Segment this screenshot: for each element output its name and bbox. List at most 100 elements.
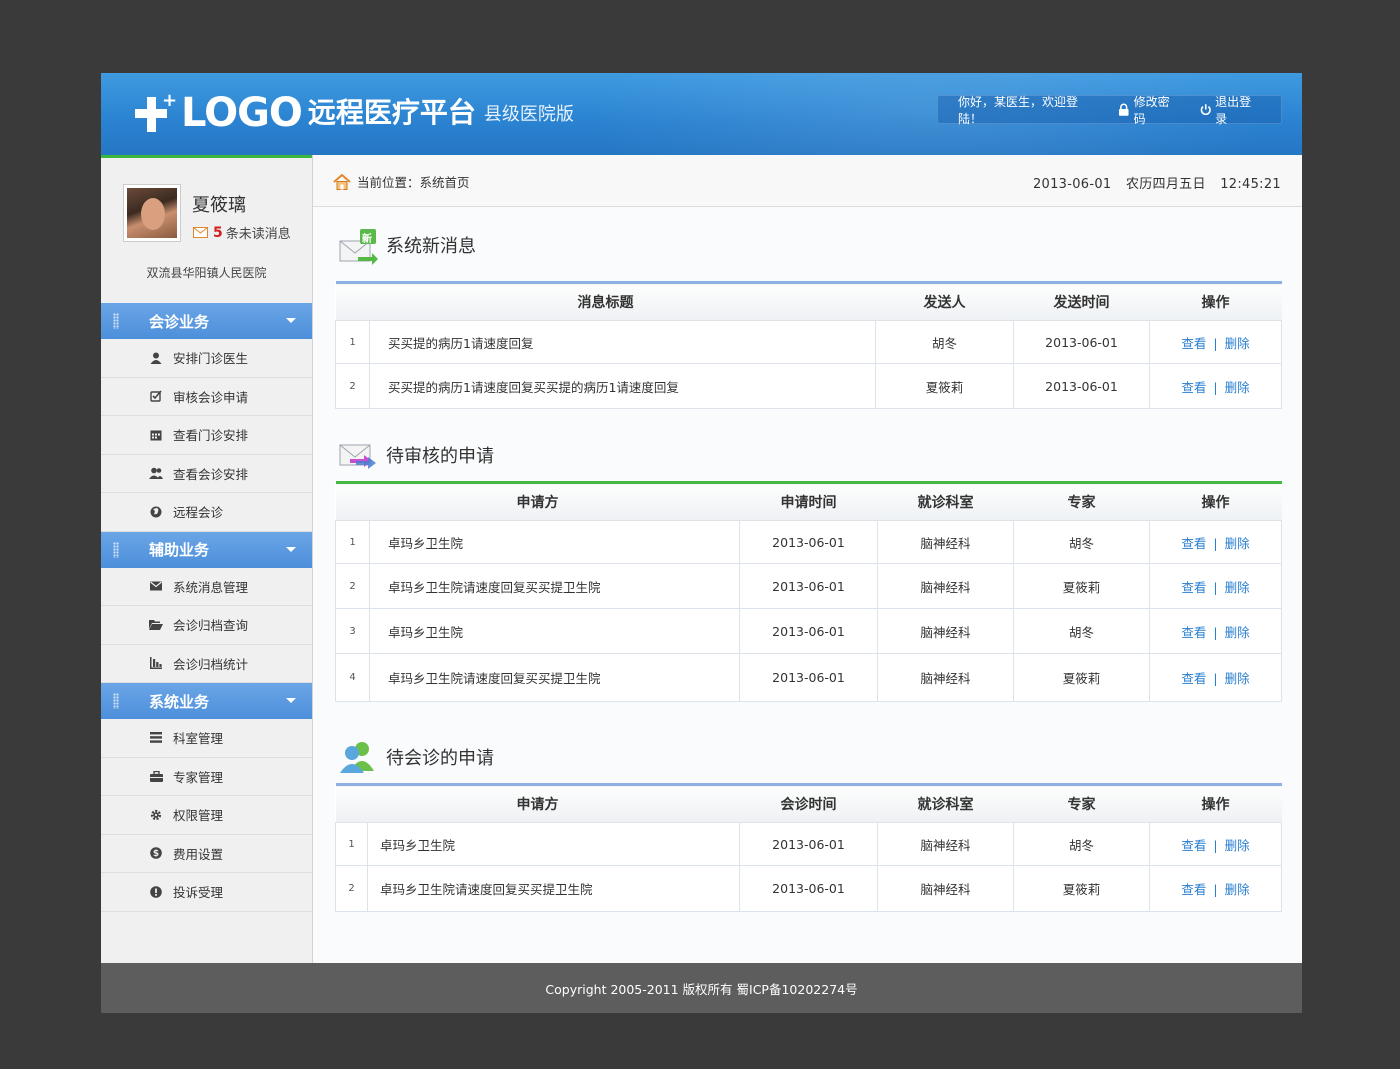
sender: 夏筱莉: [875, 363, 1014, 409]
edition-label: 县级医院版: [483, 104, 574, 125]
caret-down-icon: [286, 698, 296, 703]
nav-item-label: 权限管理: [173, 808, 224, 824]
pending-review-table: 申请方 申请时间 就诊科室 专家 操作 1 卓玛乡卫生院 2013-06-01 …: [335, 481, 1282, 702]
message-title[interactable]: 买买提的病历1请速度回复: [369, 320, 876, 364]
delete-link[interactable]: 删除: [1225, 536, 1250, 551]
user-icon: [149, 351, 163, 365]
nav-item-view-clinic[interactable]: 查看门诊安排: [101, 416, 312, 455]
message-title[interactable]: 买买提的病历1请速度回复买买提的病历1请速度回复: [369, 363, 876, 409]
new-mail-icon: 新: [338, 227, 378, 265]
nav-item-arrange-doctor[interactable]: 安排门诊医生: [101, 339, 312, 378]
nav-item-message-mgmt[interactable]: 系统消息管理: [101, 567, 312, 606]
view-link[interactable]: 查看: [1181, 838, 1206, 853]
nav-item-label: 远程会诊: [173, 505, 224, 521]
greeting-text: 你好，某医生，欢迎登陆！: [958, 94, 1079, 126]
section-review-title: 待审核的申请: [338, 437, 494, 473]
nav-item-expert-mgmt[interactable]: 专家管理: [101, 757, 312, 796]
action-separator: |: [1213, 379, 1218, 395]
delete-link[interactable]: 删除: [1225, 882, 1250, 897]
expert: 夏筱莉: [1013, 563, 1150, 609]
department: 脑神经科: [877, 520, 1014, 564]
delete-link[interactable]: 删除: [1225, 671, 1250, 686]
nav-item-fee-settings[interactable]: $ 费用设置: [101, 834, 312, 873]
nav-group-auxiliary[interactable]: 辅助业务: [101, 531, 312, 568]
nav-item-archive-stats[interactable]: 会诊归档统计: [101, 644, 312, 683]
lunar-date: 农历四月五日: [1125, 177, 1206, 192]
view-link[interactable]: 查看: [1181, 536, 1206, 551]
home-icon: [333, 173, 351, 190]
calendar-icon: [149, 428, 163, 442]
send-time: 2013-06-01: [1013, 320, 1150, 364]
nav-group-title: 辅助业务: [149, 541, 210, 559]
expert: 胡冬: [1013, 822, 1150, 866]
delete-link[interactable]: 删除: [1225, 625, 1250, 640]
new-badge: 新: [362, 234, 372, 245]
col-header: 发送时间: [1013, 282, 1150, 321]
nav-group-consultation[interactable]: 会诊业务: [101, 303, 312, 339]
department: 脑神经科: [877, 563, 1014, 609]
view-link[interactable]: 查看: [1181, 336, 1206, 351]
copyright-text: Copyright 2005-2011 版权所有 蜀ICP备10202274号: [545, 981, 858, 997]
nav-item-permission-mgmt[interactable]: 权限管理: [101, 796, 312, 835]
table-row: 1 买买提的病历1请速度回复 胡冬 2013-06-01 查看 | 删除: [335, 320, 1282, 364]
view-link[interactable]: 查看: [1181, 671, 1206, 686]
view-link[interactable]: 查看: [1181, 580, 1206, 595]
grip-icon: [113, 693, 119, 709]
department: 脑神经科: [877, 822, 1014, 866]
row-index: 1: [335, 822, 368, 866]
nav-item-label: 会诊归档统计: [173, 656, 249, 672]
nav-item-review-consult[interactable]: 审核会诊申请: [101, 377, 312, 416]
row-index: 2: [335, 865, 368, 912]
table-row: 4 卓玛乡卫生院请速度回复买买提卫生院 2013-06-01 脑神经科 夏筱莉 …: [335, 653, 1282, 702]
sidebar: 夏筱璃 5 条未读消息 双流县华阳镇人民医院 会诊业务 安排门诊医生 审核会诊申…: [101, 155, 313, 963]
delete-link[interactable]: 删除: [1225, 580, 1250, 595]
delete-link[interactable]: 删除: [1225, 380, 1250, 395]
row-index: 2: [335, 363, 370, 409]
col-header: 申请时间: [739, 482, 878, 521]
nav-group-system[interactable]: 系统业务: [101, 683, 312, 719]
row-index: 2: [335, 563, 370, 609]
unread-messages[interactable]: 5 条未读消息: [193, 223, 291, 242]
section-title-text: 待审核的申请: [386, 446, 494, 467]
grip-icon: [113, 313, 119, 329]
col-header: 消息标题: [335, 282, 876, 321]
nav-item-archive-query[interactable]: 会诊归档查询: [101, 606, 312, 645]
nav-item-remote-consult[interactable]: 远程会诊: [101, 493, 312, 532]
edit-check-icon: [149, 389, 163, 403]
nav-item-view-consult[interactable]: 查看会诊安排: [101, 454, 312, 493]
department: 脑神经科: [877, 608, 1014, 654]
delete-link[interactable]: 删除: [1225, 838, 1250, 853]
applicant: 卓玛乡卫生院: [369, 608, 740, 654]
applicant: 卓玛乡卫生院请速度回复买买提卫生院: [369, 653, 740, 702]
table-row: 2 卓玛乡卫生院请速度回复买买提卫生院 2013-06-01 脑神经科 夏筱莉 …: [335, 563, 1282, 609]
nav-item-label: 会诊归档查询: [173, 618, 249, 634]
envelope-icon: [149, 579, 163, 593]
mail-icon: [193, 227, 208, 238]
breadcrumb-bar: 当前位置：系统首页 2013-06-01 农历四月五日 12:45:21: [313, 155, 1302, 207]
caret-down-icon: [286, 318, 296, 323]
change-password-link[interactable]: 修改密码: [1118, 93, 1179, 127]
nav-item-complaints[interactable]: 投诉受理: [101, 873, 312, 912]
avatar[interactable]: [123, 184, 181, 242]
nav-item-label: 专家管理: [173, 769, 224, 785]
view-link[interactable]: 查看: [1181, 625, 1206, 640]
consult-time: 2013-06-01: [739, 822, 878, 866]
row-actions: 查看 | 删除: [1149, 520, 1282, 564]
col-header: 专家: [1013, 482, 1150, 521]
delete-link[interactable]: 删除: [1225, 336, 1250, 351]
department: 脑神经科: [877, 865, 1014, 912]
apply-time: 2013-06-01: [739, 653, 878, 702]
sender: 胡冬: [875, 320, 1014, 364]
user-bar: 你好，某医生，欢迎登陆！ 修改密码 退出登录: [937, 93, 1282, 127]
row-actions: 查看 | 删除: [1149, 822, 1282, 866]
action-separator: |: [1213, 335, 1218, 351]
messages-table: 消息标题 发送人 发送时间 操作 1 买买提的病历1请速度回复 胡冬 2013-…: [335, 281, 1282, 409]
nav-item-label: 系统消息管理: [173, 579, 249, 595]
apply-time: 2013-06-01: [739, 563, 878, 609]
send-time: 2013-06-01: [1013, 363, 1150, 409]
view-link[interactable]: 查看: [1181, 380, 1206, 395]
logout-link[interactable]: 退出登录: [1200, 93, 1261, 127]
nav-item-dept-mgmt[interactable]: 科室管理: [101, 719, 312, 758]
forward-mail-icon: [338, 437, 378, 473]
view-link[interactable]: 查看: [1181, 882, 1206, 897]
